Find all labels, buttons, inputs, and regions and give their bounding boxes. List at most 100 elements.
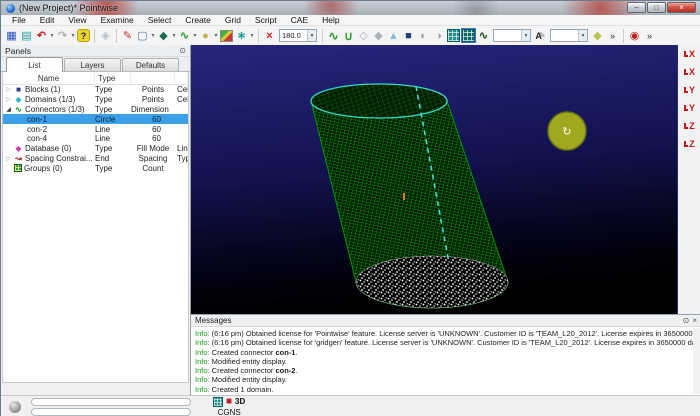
tree-row-spacing-constraints[interactable]: ▷↝Spacing Constrai... End Spacing Type — [3, 154, 188, 164]
messages-pin-icon[interactable]: ⊙ — [683, 316, 690, 325]
menu-cae[interactable]: CAE — [284, 15, 315, 25]
messages-log[interactable]: Info: (6:16 pm) Obtained license for 'Po… — [191, 327, 700, 396]
view-plus-z-button[interactable]: Z — [681, 119, 699, 133]
angle-value: 180.0 — [282, 31, 301, 40]
save-icon[interactable]: ▦ — [4, 28, 19, 44]
connector-tool-icon[interactable]: ∿ — [177, 28, 192, 44]
status-field-2[interactable] — [31, 408, 191, 416]
blocks-icon: ■ — [14, 85, 23, 94]
view-minus-y-button[interactable]: Y — [681, 101, 699, 115]
panels-header: Panels ⊙ — [1, 45, 190, 57]
snap-icon[interactable]: ◈ — [98, 28, 113, 44]
tree-column-headers: Name Type — [3, 72, 188, 85]
menu-grid[interactable]: Grid — [218, 15, 248, 25]
log-line: Info: (6:16 pm) Obtained license for 'gr… — [195, 338, 697, 347]
help-icon[interactable]: ? — [77, 29, 90, 42]
undo-icon[interactable]: ↶ — [34, 28, 49, 44]
tree-row-groups[interactable]: Groups (0) Type Count — [3, 163, 188, 173]
tree-row-con-1[interactable]: con-1 Circle 60 — [3, 114, 188, 124]
view-plus-x-button[interactable]: X — [681, 47, 699, 61]
cae-cube-icon[interactable]: ■ — [226, 397, 232, 407]
messages-close-icon[interactable]: × — [692, 316, 697, 325]
cube-primitive-icon[interactable]: ■ — [401, 28, 416, 44]
view-minus-x-button[interactable]: X — [681, 65, 699, 79]
menu-view[interactable]: View — [61, 15, 93, 25]
tree-row-con-4[interactable]: con-4 Line 60 — [3, 134, 188, 144]
cell-type: Type — [175, 154, 188, 163]
cell-spacing: Spacing — [131, 154, 175, 163]
menu-examine[interactable]: Examine — [94, 15, 141, 25]
surface-tool-icon[interactable]: ◇ — [356, 28, 371, 44]
cone-primitive-icon[interactable]: ▲ — [386, 28, 401, 44]
shell2-primitive-icon[interactable]: ◑ — [431, 28, 446, 44]
column-header-name[interactable]: Name — [3, 72, 95, 84]
source-tool-icon[interactable]: ∗ — [234, 28, 249, 44]
domain-tool-icon[interactable]: ◆ — [156, 28, 171, 44]
view-plus-y-button[interactable]: Y — [681, 83, 699, 97]
extrude-tool-icon[interactable]: ◆ — [590, 28, 605, 44]
overflow2-chevron-icon[interactable]: » — [642, 28, 657, 44]
row-label: con-1 — [27, 115, 47, 124]
expand-arrow-icon[interactable]: ▷ — [5, 86, 12, 93]
expand-arrow-icon[interactable]: ▷ — [5, 155, 12, 162]
block-tool-icon[interactable]: ▢ — [135, 28, 150, 44]
tree-row-connectors[interactable]: ◢∿Connectors (1/3) Type Dimension — [3, 105, 188, 115]
status-field-1[interactable] — [31, 398, 191, 406]
messages-scrollbar[interactable] — [693, 328, 700, 394]
tree-row-database[interactable]: ◆Database (0) Type Fill Mode Line ... — [3, 144, 188, 154]
tree-row-blocks[interactable]: ▷■Blocks (1) Type Points Cells — [3, 85, 188, 95]
app-logo-icon — [6, 4, 15, 13]
minimize-button[interactable]: – — [627, 2, 646, 13]
image-tool-icon[interactable] — [220, 30, 233, 42]
mask-tool-icon[interactable]: ◉ — [627, 28, 642, 44]
grid-mode-icon[interactable] — [213, 397, 223, 407]
database-tool-icon[interactable]: ● — [198, 28, 213, 44]
menu-select[interactable]: Select — [141, 15, 179, 25]
angle-combobox[interactable]: 180.0 ▾ — [279, 29, 317, 42]
menu-edit[interactable]: Edit — [33, 15, 62, 25]
attribute-combobox[interactable]: ▾ — [550, 29, 588, 42]
menu-script[interactable]: Script — [248, 15, 284, 25]
unstructured-grid-icon[interactable] — [462, 29, 475, 42]
panels-pin-icon[interactable]: ⊙ — [179, 46, 186, 55]
curve-segment-icon[interactable]: ∿ — [326, 28, 341, 44]
collapse-arrow-icon[interactable]: ◢ — [5, 106, 12, 113]
display-brush-icon[interactable]: ✎ — [120, 28, 135, 44]
hide-entities-icon[interactable]: × — [262, 28, 277, 44]
grid-level-combobox[interactable]: ▾ — [493, 29, 531, 42]
menu-file[interactable]: File — [5, 15, 33, 25]
open-icon[interactable]: ▤ — [19, 28, 34, 44]
maximize-button[interactable]: □ — [647, 2, 666, 13]
tab-defaults[interactable]: Defaults — [122, 58, 179, 71]
column-header-type[interactable]: Type — [95, 72, 131, 84]
overflow-chevron-icon[interactable]: » — [605, 28, 620, 44]
angle-combo-arrow-icon[interactable]: ▾ — [307, 30, 316, 41]
structured-grid-icon[interactable] — [447, 29, 460, 42]
spacing-constraints-icon: ↝ — [14, 154, 23, 163]
row-label: Groups (0) — [24, 164, 62, 173]
source-tool-dropdown-icon[interactable]: ▾ — [249, 32, 255, 39]
log-line: Info: Created connector con-2. — [195, 366, 697, 375]
title-bar[interactable]: (New Project)* Pointwise – □ × — [1, 1, 700, 15]
curve-arc-icon[interactable]: ∪ — [341, 28, 356, 44]
menu-help[interactable]: Help — [315, 15, 346, 25]
axis-arrow-icon — [684, 87, 688, 93]
tree-row-con-2[interactable]: con-2 Line 60 — [3, 124, 188, 134]
shell-primitive-icon[interactable]: ◐ — [416, 28, 431, 44]
expand-arrow-icon[interactable]: ▷ — [5, 96, 12, 103]
spline-tool-icon[interactable]: ∿ — [476, 28, 491, 44]
menu-create[interactable]: Create — [178, 15, 218, 25]
tab-list[interactable]: List — [6, 57, 63, 72]
view-minus-z-button[interactable]: Z — [681, 137, 699, 151]
redo-icon[interactable]: ↷ — [55, 28, 70, 44]
window-title: (New Project)* Pointwise — [19, 3, 118, 13]
cell-type: Type — [95, 95, 131, 104]
3d-viewport[interactable]: ↻ — [191, 45, 677, 314]
cell-dimension: 60 — [131, 134, 175, 143]
grid-level-combo-arrow-icon[interactable]: ▾ — [521, 30, 530, 41]
close-button[interactable]: × — [667, 2, 696, 13]
tree-row-domains[interactable]: ▷◆Domains (1/3) Type Points Cells — [3, 95, 188, 105]
surface-fill-icon[interactable]: ◆ — [371, 28, 386, 44]
attribute-combo-arrow-icon[interactable]: ▾ — [578, 30, 587, 41]
tab-layers[interactable]: Layers — [64, 58, 121, 71]
